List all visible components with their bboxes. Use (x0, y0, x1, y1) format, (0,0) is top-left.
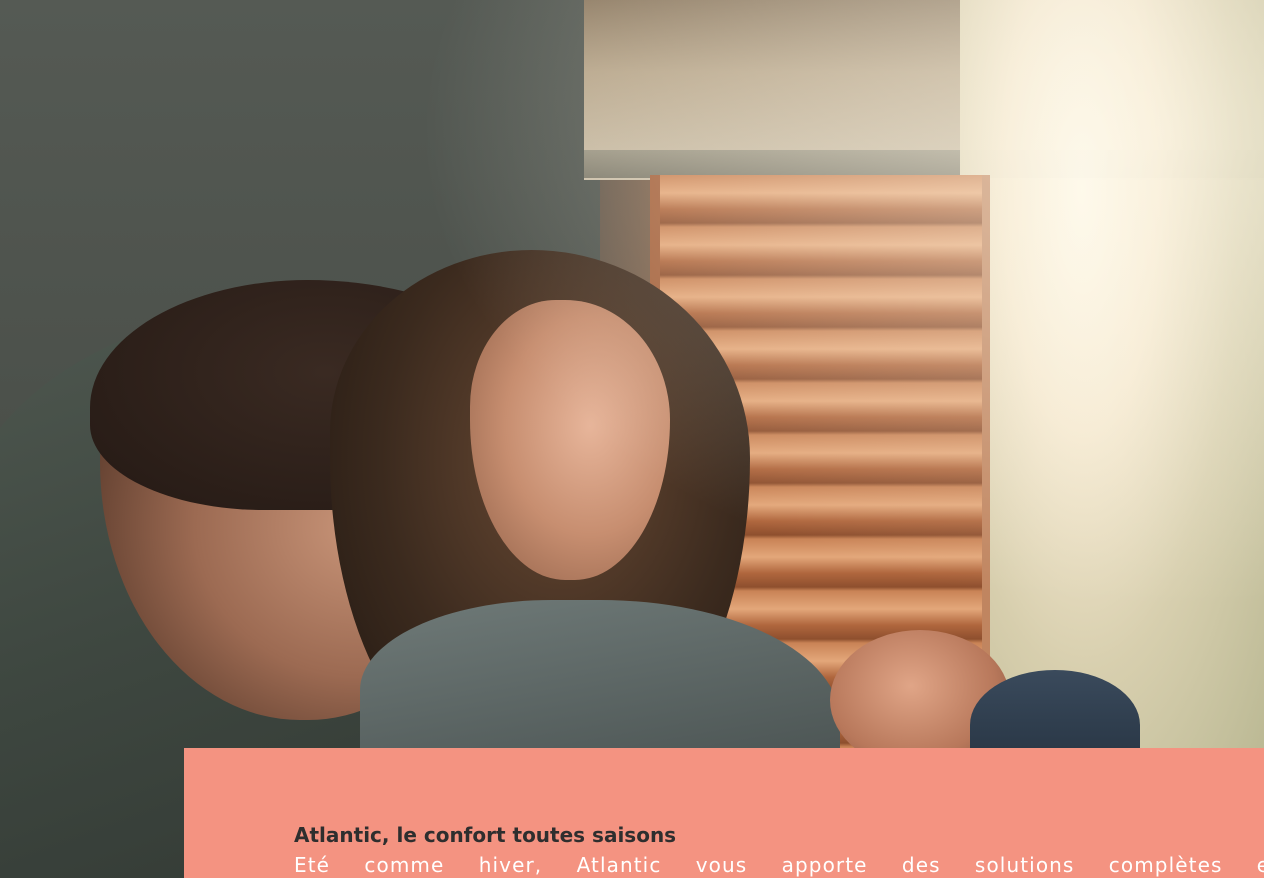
photo-sunlight (0, 0, 1264, 878)
hero-photo (0, 0, 1264, 878)
card-title: Atlantic, le confort toutes saisons (294, 823, 677, 847)
page: Atlantic, le confort toutes saisons Eté … (0, 0, 1264, 878)
card-body-text: Eté comme hiver, Atlantic vous apporte d… (294, 853, 1264, 877)
content-card: Atlantic, le confort toutes saisons Eté … (184, 748, 1264, 878)
